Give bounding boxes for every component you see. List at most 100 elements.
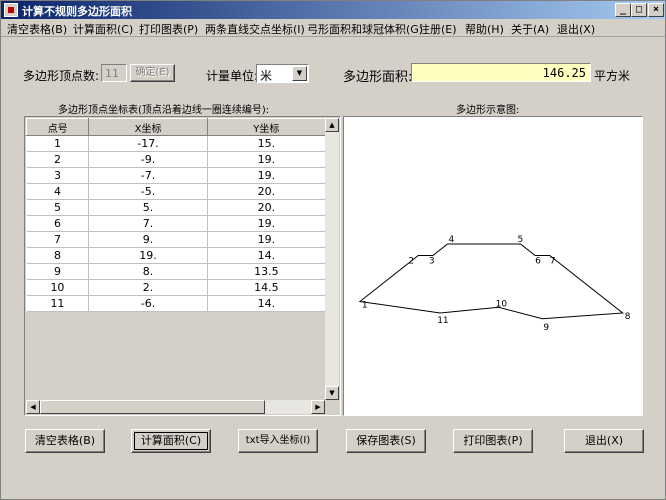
menu-arc-area[interactable]: 弓形面积和球冠体积(G) [307,21,423,37]
vertex-label: 8 [625,312,631,322]
menu-bar: 清空表格(B) 计算面积(C) 打印图表(P) 两条直线交点坐标(I) 弓形面积… [1,19,665,37]
cell-y[interactable]: 14. [207,247,327,264]
cell-point[interactable]: 4 [26,183,90,200]
table-row[interactable]: 7 9. 19. [26,231,327,248]
cell-point[interactable]: 5 [26,199,90,216]
column-header-point[interactable]: 点号 [25,118,90,136]
menu-about[interactable]: 关于(A) [511,21,549,37]
table-row[interactable]: 11 -6. 14. [26,295,327,312]
cell-x[interactable]: 8. [88,263,208,280]
cell-point[interactable]: 7 [26,231,90,248]
scroll-left-icon[interactable]: ◀ [26,400,40,414]
vertex-label: 3 [429,257,435,267]
coordinate-table-body: 1 -17. 15. 2 -9. 19. 3 -7. 19. 4 -5. 20. 5 5. 20. 6 7. 19… [26,135,327,312]
main-window: 计算不规则多边形面积 _ □ × 清空表格(B) 计算面积(C) 打印图表(P)… [0,0,666,500]
column-header-y[interactable]: Y坐标 [206,118,327,136]
menu-print-chart[interactable]: 打印图表(P) [139,21,198,37]
cell-y[interactable]: 20. [207,183,327,200]
table-row[interactable]: 6 7. 19. [26,215,327,232]
close-button[interactable]: × [648,3,664,17]
vertex-label: 1 [362,301,368,311]
diagram-caption: 多边形示意图: [456,105,520,116]
maximize-button[interactable]: □ [631,3,647,17]
cell-y[interactable]: 19. [207,215,327,232]
vertex-count-input[interactable]: 11 [101,64,127,82]
vertex-label: 7 [550,257,556,267]
vertex-label: 5 [518,235,524,245]
table-row[interactable]: 4 -5. 20. [26,183,327,200]
cell-x[interactable]: -5. [88,183,208,200]
cell-y[interactable]: 19. [207,167,327,184]
menu-line-intersection[interactable]: 两条直线交点坐标(I) [205,21,305,37]
save-chart-button[interactable]: 保存图表(S) [346,429,426,453]
table-row[interactable]: 9 8. 13.5 [26,263,327,280]
cell-point[interactable]: 6 [26,215,90,232]
minimize-button[interactable]: _ [615,3,631,17]
vertex-label: 9 [543,323,549,333]
coordinate-table-panel: 点号 X坐标 Y坐标 1 -17. 15. 2 -9. 19. 3 -7. 19. 4 -5. 20.… [24,116,341,416]
scroll-down-icon[interactable]: ▼ [325,386,339,400]
cell-y[interactable]: 19. [207,151,327,168]
cell-y[interactable]: 14. [207,295,327,312]
cell-point[interactable]: 1 [26,135,90,152]
menu-clear-table[interactable]: 清空表格(B) [7,21,67,37]
table-row[interactable]: 8 19. 14. [26,247,327,264]
table-row[interactable]: 1 -17. 15. [26,135,327,152]
cell-point[interactable]: 10 [26,279,90,296]
cell-x[interactable]: 5. [88,199,208,216]
import-txt-button[interactable]: txt导入坐标(I) [238,429,318,453]
cell-x[interactable]: -17. [88,135,208,152]
cell-y[interactable]: 15. [207,135,327,152]
cell-x[interactable]: 2. [88,279,208,296]
clear-table-button[interactable]: 清空表格(B) [25,429,105,453]
menu-help[interactable]: 帮助(H) [465,21,504,37]
cell-y[interactable]: 14.5 [207,279,327,296]
cell-x[interactable]: -6. [88,295,208,312]
table-row[interactable]: 5 5. 20. [26,199,327,216]
polygon-outline [358,243,625,320]
calc-area-button[interactable]: 计算面积(C) [131,429,211,453]
menu-register[interactable]: 注册(E) [419,21,457,37]
area-unit-label: 平方米 [594,69,631,83]
cell-point[interactable]: 2 [26,151,90,168]
polygon-diagram: 1 2 3 4 5 6 7 8 9 10 11 [343,116,643,416]
confirm-button[interactable]: 确定(E) [130,64,175,82]
cell-y[interactable]: 19. [207,231,327,248]
exit-button[interactable]: 退出(X) [564,429,644,453]
cell-x[interactable]: 19. [88,247,208,264]
area-result-field[interactable]: 146.25 [411,63,591,82]
window-title: 计算不规则多边形面积 [22,5,132,18]
table-row[interactable]: 10 2. 14.5 [26,279,327,296]
vertex-label: 10 [496,299,508,309]
scroll-thumb[interactable] [40,400,265,414]
menu-calc-area[interactable]: 计算面积(C) [73,21,133,37]
scroll-right-icon[interactable]: ▶ [311,400,325,414]
cell-point[interactable]: 11 [26,295,90,312]
coordinate-table: 点号 X坐标 Y坐标 1 -17. 15. 2 -9. 19. 3 -7. 19. 4 -5. 20.… [25,118,327,312]
cell-y[interactable]: 13.5 [207,263,327,280]
scroll-up-icon[interactable]: ▲ [325,118,339,132]
menu-exit[interactable]: 退出(X) [557,21,595,37]
vertex-label: 6 [535,257,541,267]
app-icon[interactable] [4,3,18,17]
column-header-x[interactable]: X坐标 [88,118,208,136]
cell-x[interactable]: -9. [88,151,208,168]
table-caption: 多边形顶点坐标表(顶点沿着边线一圈连续编号): [58,105,270,116]
vertex-label: 11 [437,316,448,326]
unit-select[interactable]: 米 ▼ [256,64,309,83]
cell-x[interactable]: 7. [88,215,208,232]
cell-y[interactable]: 20. [207,199,327,216]
print-chart-button[interactable]: 打印图表(P) [453,429,533,453]
cell-x[interactable]: 9. [88,231,208,248]
chevron-down-icon[interactable]: ▼ [292,66,307,81]
title-bar: 计算不规则多边形面积 _ □ × [1,1,665,19]
table-row[interactable]: 3 -7. 19. [26,167,327,184]
cell-x[interactable]: -7. [88,167,208,184]
cell-point[interactable]: 8 [26,247,90,264]
cell-point[interactable]: 9 [26,263,90,280]
cell-point[interactable]: 3 [26,167,90,184]
area-label: 多边形面积: [343,70,413,85]
table-row[interactable]: 2 -9. 19. [26,151,327,168]
vertical-scrollbar[interactable]: ▲ ▼ [325,118,339,400]
horizontal-scrollbar[interactable]: ◀ ▶ [26,400,325,414]
